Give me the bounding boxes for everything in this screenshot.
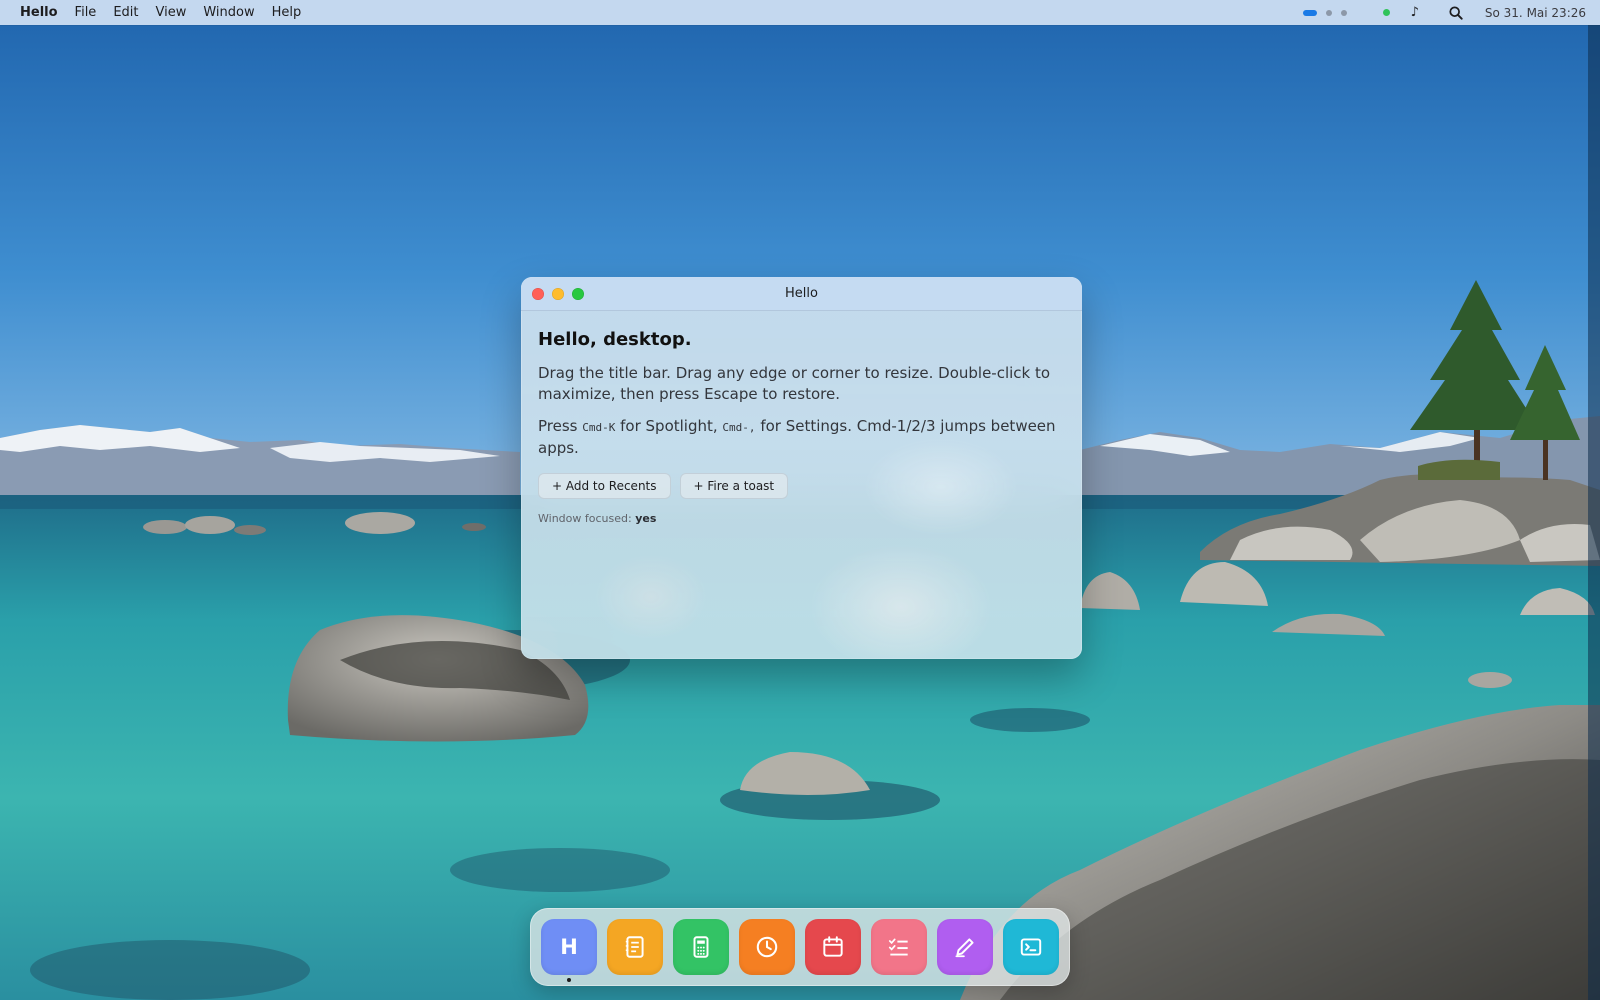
window-focus-status: Window focused: yes	[538, 512, 1065, 525]
terminal-icon	[1020, 938, 1042, 956]
hello-letter-icon: H	[560, 935, 578, 959]
fire-toast-button[interactable]: + Fire a toast	[679, 473, 789, 499]
status-dot-icon[interactable]	[1382, 9, 1390, 16]
menu-window[interactable]: Window	[203, 5, 254, 20]
menu-view[interactable]: View	[156, 5, 187, 20]
focus-value: yes	[635, 512, 657, 525]
dock-item-hello[interactable]: H	[541, 919, 597, 982]
minimize-button[interactable]	[552, 288, 564, 300]
pen-icon	[955, 938, 974, 958]
space-active-indicator[interactable]	[1302, 9, 1317, 16]
space-indicator-2[interactable]	[1325, 9, 1332, 16]
music-note-icon[interactable]: ♪	[1411, 5, 1419, 20]
spotlight-shortcut: Cmd-K	[582, 421, 616, 434]
maximize-button[interactable]	[572, 288, 584, 300]
close-button[interactable]	[532, 288, 544, 300]
notes-icon	[625, 936, 644, 958]
calendar-icon	[823, 936, 843, 957]
checklist-icon	[888, 938, 908, 956]
menu-edit[interactable]: Edit	[113, 5, 138, 20]
spaces-indicator[interactable]	[1302, 9, 1347, 16]
add-to-recents-button[interactable]: + Add to Recents	[538, 473, 671, 499]
menu-bar: Hello File Edit View Window Help ♪ So 31…	[0, 0, 1600, 25]
shortcuts-press-text: Press	[538, 417, 583, 435]
menu-bar-clock[interactable]: So 31. Mai 23:26	[1485, 6, 1586, 20]
dock-item-draw[interactable]	[937, 919, 993, 975]
space-indicator-3[interactable]	[1340, 9, 1347, 16]
dock-item-clock[interactable]	[739, 919, 795, 975]
dock-item-reminders[interactable]	[871, 919, 927, 975]
hello-window: Hello Hello, desktop. Drag the title bar…	[521, 277, 1082, 659]
menu-app-name[interactable]: Hello	[20, 5, 58, 20]
dock-item-calculator[interactable]	[673, 919, 729, 975]
shortcuts-paragraph: Press Cmd-K for Spotlight, Cmd-, for Set…	[538, 416, 1065, 459]
window-title-bar[interactable]: Hello	[521, 277, 1082, 311]
dock-item-terminal[interactable]	[1003, 919, 1059, 975]
calculator-icon	[693, 936, 709, 958]
dock: H	[530, 908, 1070, 986]
window-heading: Hello, desktop.	[538, 329, 692, 350]
window-title: Hello	[785, 286, 818, 301]
instructions-paragraph: Drag the title bar. Drag any edge or cor…	[538, 364, 1051, 403]
menu-bar-left: Hello File Edit View Window Help	[20, 5, 301, 20]
menu-help[interactable]: Help	[272, 5, 302, 20]
menu-file[interactable]: File	[75, 5, 97, 20]
window-content: Hello, desktop. Drag the title bar. Drag…	[521, 311, 1082, 525]
running-indicator	[567, 978, 571, 982]
search-icon[interactable]	[1449, 5, 1463, 20]
clock-icon	[756, 936, 778, 958]
menu-bar-right: ♪ So 31. Mai 23:26	[1302, 0, 1586, 25]
dock-item-calendar[interactable]	[805, 919, 861, 975]
focus-label: Window focused:	[538, 512, 636, 525]
window-controls	[532, 288, 584, 300]
settings-shortcut: Cmd-,	[722, 421, 756, 434]
action-buttons: + Add to Recents + Fire a toast	[538, 473, 1065, 499]
shortcuts-mid-text: for Spotlight,	[615, 417, 723, 435]
dock-item-notes[interactable]	[607, 919, 663, 975]
